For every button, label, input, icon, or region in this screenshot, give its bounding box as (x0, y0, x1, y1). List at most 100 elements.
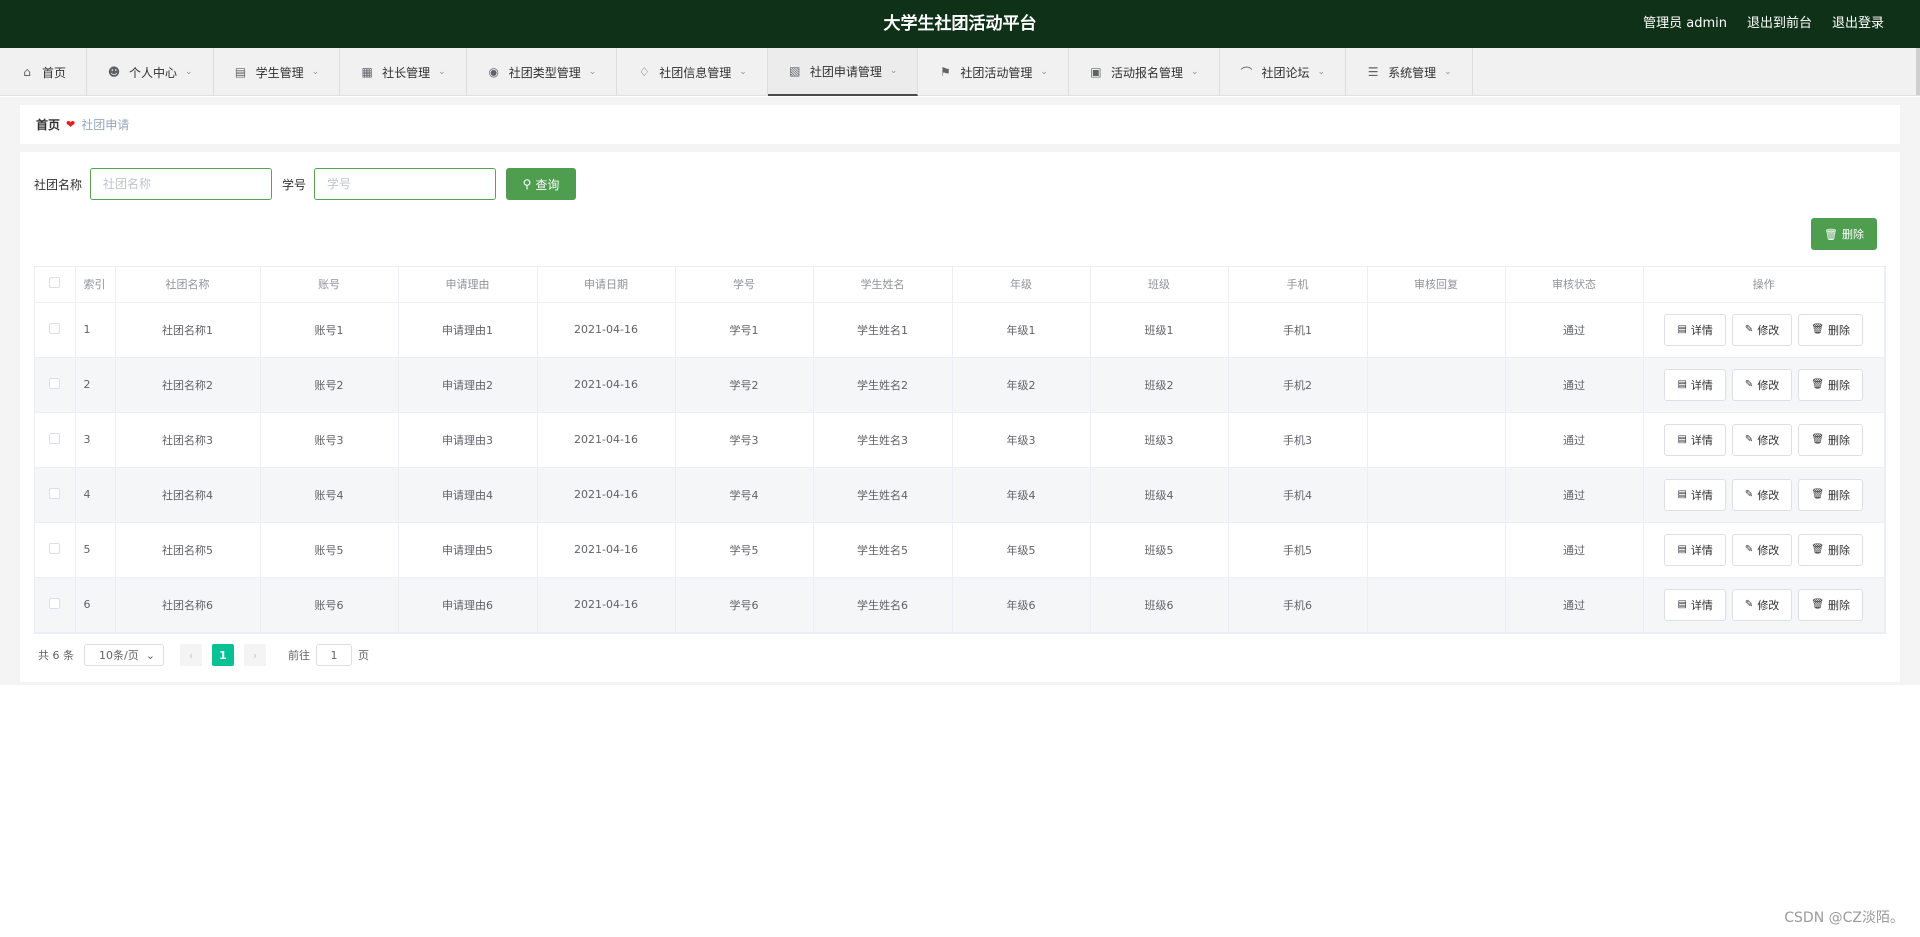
table-cell: 年级6 (952, 577, 1091, 633)
table-cell: 2021-04-16 (537, 412, 676, 468)
table-cell: 班级2 (1090, 357, 1229, 413)
table-cell (1367, 577, 1506, 633)
trash-icon: 🗑 (1811, 379, 1825, 390)
table-cell: 2021-04-16 (537, 577, 676, 633)
delete-button[interactable]: 🗑 删除 (1798, 368, 1864, 401)
trash-icon: 🗑 (1811, 489, 1825, 500)
menu-item-1[interactable]: ☻ 个人中心 ⌄ (87, 48, 214, 96)
table-cell: 社团名称3 (115, 412, 261, 468)
page-size-select[interactable]: 10条/页 ⌄ (84, 644, 164, 666)
menu-item-8[interactable]: ▣ 活动报名管理 ⌄ (1069, 48, 1220, 96)
table-cell: 账号3 (260, 412, 399, 468)
flag-icon: ⚑ (940, 65, 951, 79)
row-checkbox[interactable] (49, 542, 61, 554)
menu-item-6[interactable]: ▧ 社团申请管理 ⌄ (767, 48, 919, 96)
edit-button[interactable]: ✎ 修改 (1731, 313, 1793, 346)
chevron-left-icon: ‹ (188, 648, 194, 662)
menu-item-9[interactable]: ⌒ 社团论坛 ⌄ (1220, 48, 1347, 96)
query-button[interactable]: ⚲ 查询 (506, 168, 577, 200)
row-select-cell[interactable] (35, 412, 76, 468)
menu-item-3[interactable]: ▦ 社长管理 ⌄ (340, 48, 467, 96)
prev-page-button[interactable]: ‹ (180, 644, 202, 666)
row-checkbox[interactable] (49, 322, 61, 334)
row-checkbox[interactable] (49, 597, 61, 609)
row-checkbox[interactable] (49, 377, 61, 389)
column-header: 年级 (952, 267, 1091, 303)
select-all-checkbox[interactable] (49, 277, 61, 289)
table-row[interactable]: 5 社团名称5 账号5 申请理由5 2021-04-16 学号5 学生姓名5 年级5 班级5 手机… (35, 522, 1885, 578)
table-row[interactable]: 1 社团名称1 账号1 申请理由1 2021-04-16 学号1 学生姓名1 年级1 班级1 手机… (35, 302, 1885, 358)
delete-button[interactable]: 🗑 删除 (1798, 533, 1864, 566)
row-select-cell[interactable] (35, 302, 76, 358)
logout-link[interactable]: 退出登录 (1832, 0, 1884, 48)
edit-label: 修改 (1757, 378, 1780, 392)
delete-label: 删除 (1828, 598, 1851, 612)
row-checkbox[interactable] (49, 432, 61, 444)
menu-item-5[interactable]: ♢ 社团信息管理 ⌄ (617, 48, 768, 96)
table-cell (1367, 467, 1506, 523)
menu-item-4[interactable]: ◉ 社团类型管理 ⌄ (467, 48, 618, 96)
edit-button[interactable]: ✎ 修改 (1731, 588, 1793, 621)
menu-item-10[interactable]: ☰ 系统管理 ⌄ (1346, 48, 1473, 96)
breadcrumb-home[interactable]: 首页 (36, 116, 60, 133)
column-header: 账号 (260, 267, 399, 303)
table-cell (1367, 302, 1506, 358)
next-page-button[interactable]: › (244, 644, 266, 666)
to-front-link[interactable]: 退出到前台 (1747, 0, 1812, 48)
table-cell: 通过 (1505, 522, 1644, 578)
edit-button[interactable]: ✎ 修改 (1731, 368, 1793, 401)
header-actions: 管理员 admin 退出到前台 退出登录 (1643, 0, 1884, 48)
detail-label: 详情 (1690, 378, 1713, 392)
select-all-cell[interactable] (35, 267, 76, 303)
detail-button[interactable]: ▤ 详情 (1664, 588, 1726, 621)
batch-delete-button[interactable]: 🗑 删除 (1811, 218, 1877, 250)
page-size-value: 10条/页 (99, 649, 139, 662)
table-row[interactable]: 2 社团名称2 账号2 申请理由2 2021-04-16 学号2 学生姓名2 年级2 班级2 手机… (35, 357, 1885, 413)
document-icon: ▤ (1677, 599, 1687, 610)
table-row[interactable]: 6 社团名称6 账号6 申请理由6 2021-04-16 学号6 学生姓名6 年级6 班级6 手机… (35, 577, 1885, 633)
table-row[interactable]: 3 社团名称3 账号3 申请理由3 2021-04-16 学号3 学生姓名3 年级3 班级3 手机… (35, 412, 1885, 468)
table-cell: 3 (75, 412, 116, 468)
table-cell: 申请理由2 (398, 357, 538, 413)
delete-button[interactable]: 🗑 删除 (1798, 588, 1864, 621)
menu-item-label: 学生管理 (255, 65, 304, 80)
edit-button[interactable]: ✎ 修改 (1731, 423, 1793, 456)
search-icon: ⚲ (522, 177, 532, 191)
page-number-current[interactable]: 1 (212, 644, 234, 666)
goto-page-input[interactable]: 1 (316, 644, 352, 666)
delete-button[interactable]: 🗑 删除 (1798, 478, 1864, 511)
row-select-cell[interactable] (35, 522, 76, 578)
menu-item-7[interactable]: ⚑ 社团活动管理 ⌄ (918, 48, 1069, 96)
edit-button[interactable]: ✎ 修改 (1731, 478, 1793, 511)
detail-button[interactable]: ▤ 详情 (1664, 478, 1726, 511)
table-cell: 学生姓名4 (813, 467, 953, 523)
detail-button[interactable]: ▤ 详情 (1664, 423, 1726, 456)
row-checkbox[interactable] (49, 487, 61, 499)
delete-button[interactable]: 🗑 删除 (1798, 313, 1864, 346)
table-cell: 账号1 (260, 302, 399, 358)
row-select-cell[interactable] (35, 467, 76, 523)
top-menu: ⌂ 首页 ☻ 个人中心 ⌄ ▤ 学生管理 ⌄ ▦ 社长管理 ⌄ ◉ 社团类型管理 ⌄ ♢ 社团信息管理 ⌄ ▧ 社团… (0, 48, 1920, 96)
club-name-input[interactable] (90, 168, 273, 200)
menu-item-2[interactable]: ▤ 学生管理 ⌄ (214, 48, 341, 96)
batch-delete-label: 删除 (1841, 228, 1864, 241)
detail-button[interactable]: ▤ 详情 (1664, 368, 1726, 401)
edit-icon: ✎ (1744, 434, 1754, 445)
table-cell: 班级6 (1090, 577, 1229, 633)
student-id-input[interactable] (314, 168, 497, 200)
delete-button[interactable]: 🗑 删除 (1798, 423, 1864, 456)
column-header: 操作 (1643, 267, 1885, 303)
menu-item-0[interactable]: ⌂ 首页 (0, 48, 88, 96)
row-select-cell[interactable] (35, 577, 76, 633)
detail-button[interactable]: ▤ 详情 (1664, 313, 1726, 346)
table-cell: 手机6 (1228, 577, 1368, 633)
detail-button[interactable]: ▤ 详情 (1664, 533, 1726, 566)
table-row[interactable]: 4 社团名称4 账号4 申请理由4 2021-04-16 学号4 学生姓名4 年级4 班级4 手机… (35, 467, 1885, 523)
menu-scrollbar[interactable] (1916, 48, 1920, 95)
document-icon: ▤ (1677, 489, 1687, 500)
actions-cell: ▤ 详情 ✎ 修改 🗑 删除 (1643, 467, 1885, 523)
edit-button[interactable]: ✎ 修改 (1731, 533, 1793, 566)
chevron-down-icon: ⌄ (1040, 67, 1048, 77)
row-select-cell[interactable] (35, 357, 76, 413)
table-cell: 社团名称6 (115, 577, 261, 633)
